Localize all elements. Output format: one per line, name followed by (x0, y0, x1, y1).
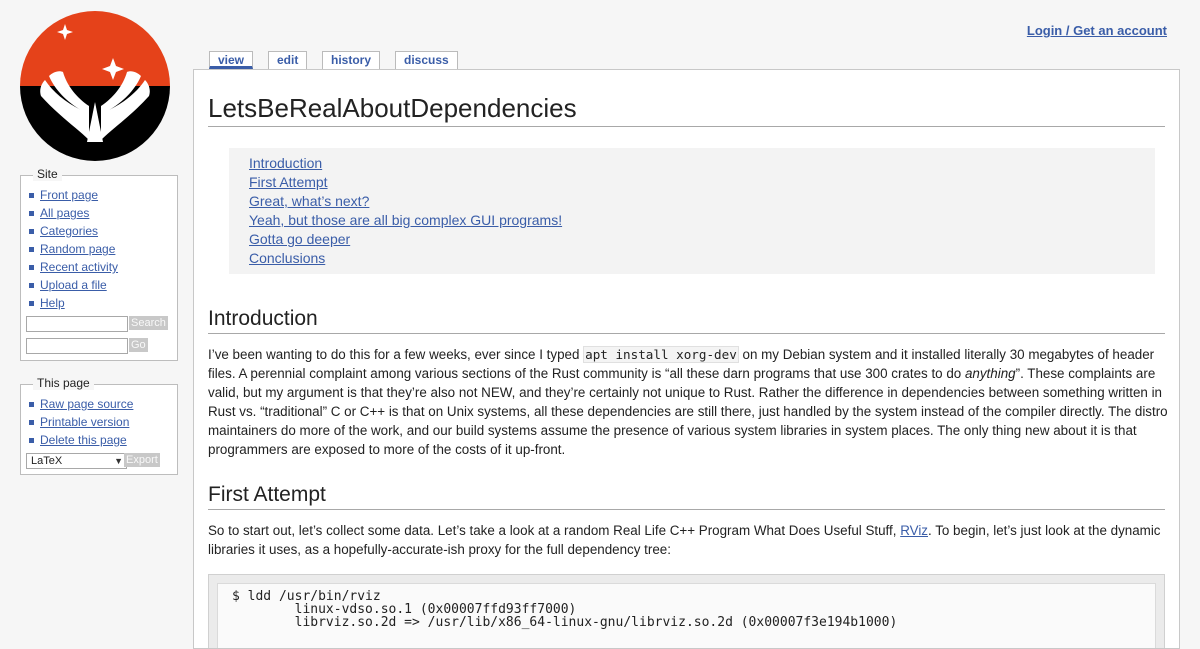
categories-link[interactable]: Categories (40, 224, 98, 238)
export-button[interactable]: Export (124, 453, 160, 467)
tab-discuss[interactable]: discuss (395, 51, 458, 69)
recent-activity-link[interactable]: Recent activity (40, 260, 118, 274)
upload-file-link[interactable]: Upload a file (40, 278, 107, 292)
code-text: $ ldd /usr/bin/rviz linux-vdso.so.1 (0x0… (218, 584, 1155, 629)
action-printable: Printable version (21, 413, 177, 431)
site-portlet-title: Site (33, 167, 62, 181)
go-button[interactable]: Go (129, 338, 148, 352)
delete-page-link[interactable]: Delete this page (40, 433, 127, 447)
tab-history[interactable]: history (322, 51, 381, 69)
table-of-contents: Introduction First Attempt Great, what’s… (229, 148, 1155, 274)
go-row: Go (21, 338, 177, 360)
toc-link-introduction[interactable]: Introduction (249, 155, 322, 171)
export-format-value: LaTeX (31, 455, 63, 467)
all-pages-link[interactable]: All pages (40, 206, 89, 220)
nav-recent-activity: Recent activity (21, 258, 177, 276)
export-format-select[interactable]: LaTeX ▼ (26, 453, 127, 469)
help-link[interactable]: Help (40, 296, 65, 310)
search-row: Search (21, 316, 177, 338)
code-block: $ ldd /usr/bin/rviz linux-vdso.so.1 (0x0… (208, 574, 1165, 648)
first-attempt-text-1: So to start out, let’s collect some data… (208, 523, 901, 538)
search-button[interactable]: Search (129, 316, 168, 330)
printable-version-link[interactable]: Printable version (40, 415, 129, 429)
rviz-link[interactable]: RViz (900, 523, 928, 538)
toc-link-gui-programs[interactable]: Yeah, but those are all big complex GUI … (249, 212, 562, 228)
export-row: LaTeX ▼ Export (21, 453, 177, 475)
site-nav-list: Front page All pages Categories Random p… (21, 186, 177, 312)
go-input[interactable] (26, 338, 128, 354)
site-portlet: Site Front page All pages Categories Ran… (20, 167, 178, 361)
nav-categories: Categories (21, 222, 177, 240)
nav-upload-file: Upload a file (21, 276, 177, 294)
site-logo[interactable] (19, 10, 171, 162)
tab-view[interactable]: view (209, 51, 254, 69)
intro-emphasis: anything (964, 366, 1016, 381)
page-actions-list: Raw page source Printable version Delete… (21, 395, 177, 449)
first-attempt-paragraph: So to start out, let’s collect some data… (208, 521, 1168, 559)
intro-paragraph: I’ve been wanting to do this for a few w… (208, 345, 1168, 459)
nav-help: Help (21, 294, 177, 312)
intro-text-1: I’ve been wanting to do this for a few w… (208, 347, 584, 362)
action-delete: Delete this page (21, 431, 177, 449)
dropdown-arrow-icon: ▼ (114, 456, 123, 466)
page-title: LetsBeRealAboutDependencies (208, 92, 1165, 127)
heading-first-attempt: First Attempt (208, 482, 1165, 510)
action-raw-source: Raw page source (21, 395, 177, 413)
code-block-inner: $ ldd /usr/bin/rviz linux-vdso.so.1 (0x0… (217, 583, 1156, 648)
raw-page-source-link[interactable]: Raw page source (40, 397, 133, 411)
page-content: LetsBeRealAboutDependencies Introduction… (193, 69, 1180, 649)
this-page-portlet-title: This page (33, 376, 94, 390)
nav-random-page: Random page (21, 240, 177, 258)
nav-all-pages: All pages (21, 204, 177, 222)
login-link[interactable]: Login / Get an account (1027, 23, 1167, 38)
random-page-link[interactable]: Random page (40, 242, 115, 256)
nav-front-page: Front page (21, 186, 177, 204)
code-line-3: librviz.so.2d => /usr/lib/x86_64-linux-g… (232, 615, 898, 630)
toc-link-first-attempt[interactable]: First Attempt (249, 174, 328, 190)
front-page-link[interactable]: Front page (40, 188, 98, 202)
tab-edit[interactable]: edit (268, 51, 308, 69)
search-input[interactable] (26, 316, 128, 332)
toc-link-whats-next[interactable]: Great, what’s next? (249, 193, 369, 209)
inline-code: apt install xorg-dev (583, 346, 739, 363)
toc-link-conclusions[interactable]: Conclusions (249, 250, 325, 266)
heading-introduction: Introduction (208, 306, 1165, 334)
toc-link-go-deeper[interactable]: Gotta go deeper (249, 231, 350, 247)
this-page-portlet: This page Raw page source Printable vers… (20, 376, 178, 475)
